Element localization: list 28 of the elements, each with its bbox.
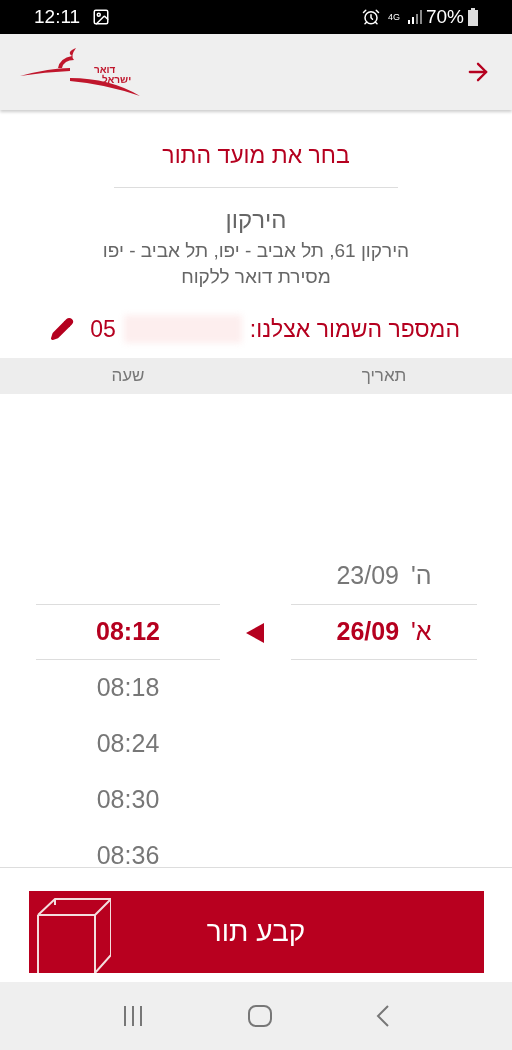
logo: דואר ישראל xyxy=(20,48,140,96)
time-option[interactable]: 08:12 xyxy=(36,604,220,660)
selection-pointer-icon xyxy=(246,623,264,643)
alarm-icon xyxy=(361,8,380,26)
box-icon xyxy=(36,897,111,973)
gallery-icon xyxy=(92,8,111,26)
time-option[interactable]: 08:30 xyxy=(36,772,220,828)
service-type: מסירת דואר ללקוח xyxy=(181,264,331,289)
network-type: 4G xyxy=(387,12,400,22)
edit-icon[interactable] xyxy=(50,316,75,341)
back-icon[interactable] xyxy=(376,1005,390,1027)
column-header: תאריך xyxy=(361,365,407,388)
time-option[interactable]: 08:36 xyxy=(36,828,220,867)
branch-address: הירקון 61, תל אביב - יפו, תל אביב - יפו xyxy=(102,238,410,263)
time-option[interactable]: 08:24 xyxy=(36,716,220,772)
battery-level: 70% xyxy=(425,4,464,29)
recent-apps-icon[interactable] xyxy=(122,1006,144,1026)
clock: 12:11 xyxy=(34,4,81,29)
battery-icon xyxy=(468,8,478,26)
home-icon[interactable] xyxy=(248,1005,272,1027)
saved-phone-label: המספר השמור אצלנו: xyxy=(249,314,460,344)
phone-prefix: 05 xyxy=(90,314,116,344)
submit-button[interactable]: קבע תור xyxy=(28,891,484,973)
column-header: שעה xyxy=(111,365,145,388)
signal-icon xyxy=(407,10,422,24)
page-title: בחר את מועד התור xyxy=(162,141,350,170)
branch-name: הירקון xyxy=(225,204,287,235)
time-option[interactable]: 08:18 xyxy=(36,660,220,716)
